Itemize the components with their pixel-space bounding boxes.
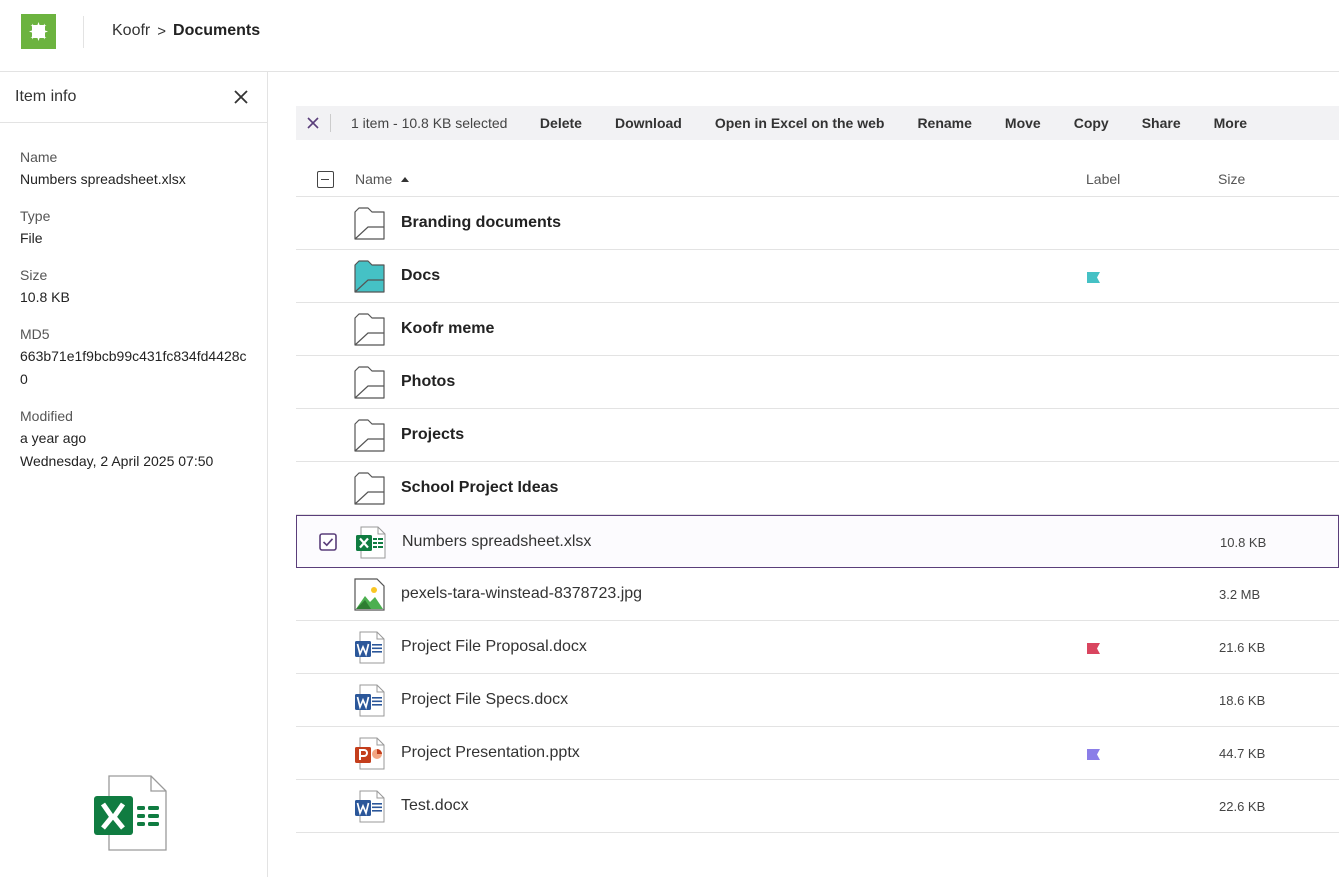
table-row[interactable]: Project File Specs.docx 18.6 KB <box>296 674 1339 727</box>
folder-icon <box>354 366 385 399</box>
selection-toolbar: 1 item - 10.8 KB selected Delete Downloa… <box>296 106 1339 140</box>
info-value: 10.8 KB <box>20 289 70 305</box>
excel-file-icon <box>355 526 386 559</box>
item-info-header: Item info <box>0 72 267 123</box>
info-value: a year ago <box>20 430 87 446</box>
share-button[interactable]: Share <box>1125 115 1197 131</box>
word-file-icon <box>354 631 385 664</box>
label-flag-icon <box>1087 641 1100 654</box>
open-in-excel-button[interactable]: Open in Excel on the web <box>698 115 901 131</box>
item-info-panel: Item info Name Numbers spreadsheet.xlsx … <box>0 72 268 877</box>
table-row[interactable]: Project Presentation.pptx 44.7 KB <box>296 727 1339 780</box>
column-header-size[interactable]: Size <box>1218 171 1245 187</box>
item-info-details: Name Numbers spreadsheet.xlsx Type File … <box>20 146 250 487</box>
folder-icon <box>354 419 385 452</box>
file-name[interactable]: Project File Specs.docx <box>401 691 568 709</box>
table-row[interactable]: Branding documents <box>296 197 1339 250</box>
info-md5: MD5 663b71e1f9bcb99c431fc834fd4428c0 <box>20 323 250 391</box>
item-info-title: Item info <box>15 88 77 105</box>
file-name[interactable]: Photos <box>401 373 455 391</box>
table-row[interactable]: School Project Ideas <box>296 462 1339 515</box>
folder-icon <box>354 207 385 240</box>
breadcrumb-home[interactable]: Koofr <box>112 22 150 40</box>
info-value: File <box>20 230 43 246</box>
column-header-name[interactable]: Name <box>355 171 410 187</box>
select-all-checkbox[interactable] <box>317 171 334 188</box>
column-header-label-col[interactable]: Label <box>1086 171 1120 187</box>
info-label: Type <box>20 208 51 224</box>
table-row[interactable]: Test.docx 22.6 KB <box>296 780 1339 833</box>
powerpoint-file-icon <box>354 737 385 770</box>
table-row[interactable]: Photos <box>296 356 1339 409</box>
top-bar: Koofr > Documents <box>0 0 1339 72</box>
info-label: MD5 <box>20 326 50 342</box>
shared-folder-icon <box>354 260 385 293</box>
file-size: 18.6 KB <box>1219 693 1266 708</box>
folder-icon <box>354 472 385 505</box>
file-size: 3.2 MB <box>1219 587 1261 602</box>
info-type: Type File <box>20 205 250 250</box>
table-header: Name Label Size <box>296 162 1339 197</box>
delete-button[interactable]: Delete <box>523 115 598 131</box>
breadcrumb-current: Documents <box>173 22 261 39</box>
breadcrumb-separator: > <box>157 22 167 40</box>
file-name[interactable]: Numbers spreadsheet.xlsx <box>402 533 591 551</box>
toolbar-divider <box>330 114 331 132</box>
file-name[interactable]: School Project Ideas <box>401 479 558 497</box>
image-file-icon <box>354 578 385 611</box>
table-row[interactable]: Numbers spreadsheet.xlsx 10.8 KB <box>296 515 1339 568</box>
file-name[interactable]: Project File Proposal.docx <box>401 638 587 656</box>
file-name[interactable]: Test.docx <box>401 797 469 815</box>
file-browser: 1 item - 10.8 KB selected Delete Downloa… <box>268 72 1339 877</box>
file-size: 44.7 KB <box>1219 746 1266 761</box>
info-value: Numbers spreadsheet.xlsx <box>20 171 186 187</box>
info-value: Wednesday, 2 April 2025 07:50 <box>20 453 214 469</box>
clear-selection-button[interactable] <box>296 106 330 140</box>
rename-button[interactable]: Rename <box>901 115 988 131</box>
file-name[interactable]: Project Presentation.pptx <box>401 744 580 762</box>
koofr-logo-icon[interactable] <box>21 14 56 49</box>
download-button[interactable]: Download <box>598 115 698 131</box>
file-name[interactable]: Koofr meme <box>401 320 494 338</box>
file-size: 22.6 KB <box>1219 799 1266 814</box>
selection-count: 1 item - 10.8 KB selected <box>351 115 508 131</box>
file-name[interactable]: Projects <box>401 426 464 444</box>
word-file-icon <box>354 790 385 823</box>
label-flag-icon <box>1087 747 1100 760</box>
folder-icon <box>354 313 385 346</box>
table-row[interactable]: Koofr meme <box>296 303 1339 356</box>
table-row[interactable]: Project File Proposal.docx 21.6 KB <box>296 621 1339 674</box>
info-label: Size <box>20 267 48 283</box>
column-header-label: Name <box>355 171 393 187</box>
more-button[interactable]: More <box>1197 115 1263 131</box>
label-flag-icon <box>1087 270 1100 283</box>
info-label: Modified <box>20 408 73 424</box>
sort-ascending-icon <box>401 177 410 183</box>
info-size: Size 10.8 KB <box>20 264 250 309</box>
excel-file-preview-icon <box>94 775 167 851</box>
file-name[interactable]: Branding documents <box>401 214 561 232</box>
word-file-icon <box>354 684 385 717</box>
info-label: Name <box>20 149 58 165</box>
close-icon <box>307 117 319 129</box>
table-row[interactable]: pexels-tara-winstead-8378723.jpg 3.2 MB <box>296 568 1339 621</box>
table-row[interactable]: Projects <box>296 409 1339 462</box>
file-size: 21.6 KB <box>1219 640 1266 655</box>
breadcrumb: Koofr > Documents <box>112 22 260 40</box>
close-icon[interactable] <box>232 88 250 106</box>
copy-button[interactable]: Copy <box>1057 115 1125 131</box>
file-name[interactable]: Docs <box>401 267 440 285</box>
row-checkbox-checked-icon[interactable] <box>319 533 337 551</box>
info-name: Name Numbers spreadsheet.xlsx <box>20 146 250 191</box>
info-value: 663b71e1f9bcb99c431fc834fd4428c0 <box>20 348 247 387</box>
file-size: 10.8 KB <box>1220 535 1267 550</box>
table-row[interactable]: Docs <box>296 250 1339 303</box>
info-modified: Modified a year ago Wednesday, 2 April 2… <box>20 405 250 473</box>
file-list: Branding documents Docs Koofr meme Photos Pr… <box>296 197 1339 833</box>
topbar-divider <box>83 16 84 48</box>
move-button[interactable]: Move <box>988 115 1057 131</box>
file-name[interactable]: pexels-tara-winstead-8378723.jpg <box>401 585 642 603</box>
